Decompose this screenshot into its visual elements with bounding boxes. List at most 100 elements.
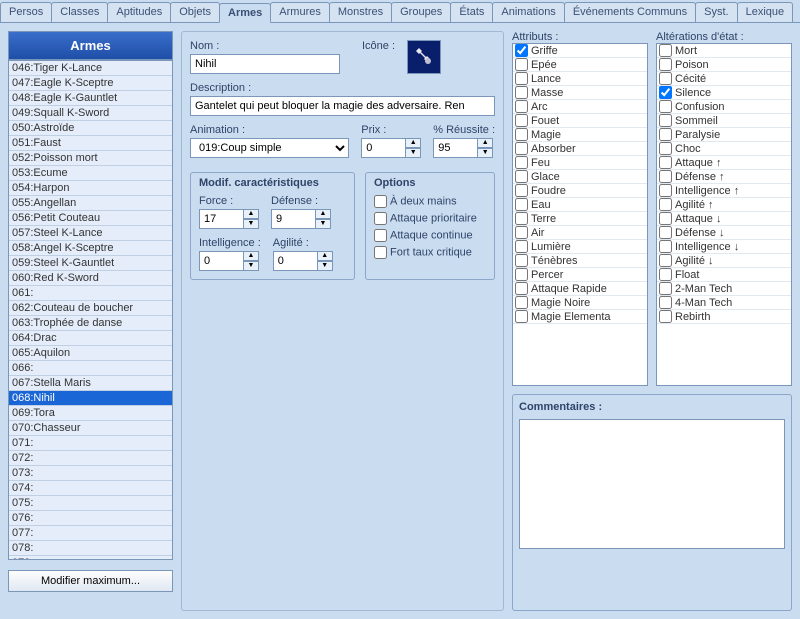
list-item[interactable]: Fouet xyxy=(513,114,647,128)
list-item[interactable]: Terre xyxy=(513,212,647,226)
weapon-item[interactable]: 062:Couteau de boucher xyxy=(9,301,172,316)
tab-syst.[interactable]: Syst. xyxy=(695,2,737,22)
list-item[interactable]: Griffe xyxy=(513,44,647,58)
weapon-item[interactable]: 060:Red K-Sword xyxy=(9,271,172,286)
weapon-item[interactable]: 066: xyxy=(9,361,172,376)
list-item[interactable]: Cécité xyxy=(657,72,791,86)
weapon-item[interactable]: 068:Nihil xyxy=(9,391,172,406)
spin-down[interactable]: ▼ xyxy=(243,261,259,271)
list-item[interactable]: Magie xyxy=(513,128,647,142)
spin-down[interactable]: ▼ xyxy=(317,261,333,271)
list-item[interactable]: Paralysie xyxy=(657,128,791,142)
modify-max-button[interactable]: Modifier maximum... xyxy=(8,570,173,592)
list-item[interactable]: Masse xyxy=(513,86,647,100)
spin-down[interactable]: ▼ xyxy=(315,219,331,229)
weapon-item[interactable]: 051:Faust xyxy=(9,136,172,151)
list-item[interactable]: Percer xyxy=(513,268,647,282)
tab-objets[interactable]: Objets xyxy=(170,2,220,22)
description-input[interactable] xyxy=(190,96,495,116)
reussite-input[interactable] xyxy=(433,138,477,158)
intelligence-input[interactable] xyxy=(199,251,243,271)
list-item[interactable]: 4-Man Tech xyxy=(657,296,791,310)
weapon-item[interactable]: 054:Harpon xyxy=(9,181,172,196)
opt-crit[interactable]: Fort taux critique xyxy=(374,246,486,259)
list-item[interactable]: Mort xyxy=(657,44,791,58)
spin-down[interactable]: ▼ xyxy=(477,148,493,158)
list-item[interactable]: Lance xyxy=(513,72,647,86)
list-item[interactable]: Rebirth xyxy=(657,310,791,324)
list-item[interactable]: Arc xyxy=(513,100,647,114)
weapon-list[interactable]: 046:Tiger K-Lance047:Eagle K-Sceptre048:… xyxy=(8,60,173,560)
weapon-item[interactable]: 047:Eagle K-Sceptre xyxy=(9,76,172,91)
prix-input[interactable] xyxy=(361,138,405,158)
list-item[interactable]: Feu xyxy=(513,156,647,170)
list-item[interactable]: Float xyxy=(657,268,791,282)
weapon-item[interactable]: 050:Astroïde xyxy=(9,121,172,136)
tab-états[interactable]: États xyxy=(450,2,493,22)
alterations-list[interactable]: MortPoisonCécitéSilenceConfusionSommeilP… xyxy=(656,43,792,386)
weapon-item[interactable]: 046:Tiger K-Lance xyxy=(9,61,172,76)
list-item[interactable]: Défense ↑ xyxy=(657,170,791,184)
weapon-item[interactable]: 048:Eagle K-Gauntlet xyxy=(9,91,172,106)
tab-classes[interactable]: Classes xyxy=(51,2,108,22)
weapon-item[interactable]: 064:Drac xyxy=(9,331,172,346)
agilite-input[interactable] xyxy=(273,251,317,271)
spin-up[interactable]: ▲ xyxy=(405,138,421,148)
comments-textarea[interactable] xyxy=(519,419,785,549)
opt-atq-prio[interactable]: Attaque prioritaire xyxy=(374,212,486,225)
list-item[interactable]: Air xyxy=(513,226,647,240)
spin-up[interactable]: ▲ xyxy=(317,251,333,261)
animation-select[interactable]: 019:Coup simple xyxy=(190,138,349,158)
opt-atq-cont[interactable]: Attaque continue xyxy=(374,229,486,242)
list-item[interactable]: Défense ↓ xyxy=(657,226,791,240)
attributs-list[interactable]: GriffeEpéeLanceMasseArcFouetMagieAbsorbe… xyxy=(512,43,648,386)
force-input[interactable] xyxy=(199,209,243,229)
weapon-item[interactable]: 077: xyxy=(9,526,172,541)
defense-input[interactable] xyxy=(271,209,315,229)
opt-deux-mains[interactable]: À deux mains xyxy=(374,195,486,208)
list-item[interactable]: Magie Elementa xyxy=(513,310,647,324)
list-item[interactable]: Agilité ↓ xyxy=(657,254,791,268)
weapon-item[interactable]: 057:Steel K-Lance xyxy=(9,226,172,241)
tab-persos[interactable]: Persos xyxy=(0,2,52,22)
weapon-item[interactable]: 055:Angellan xyxy=(9,196,172,211)
spin-up[interactable]: ▲ xyxy=(243,209,259,219)
weapon-item[interactable]: 070:Chasseur xyxy=(9,421,172,436)
list-item[interactable]: Intelligence ↓ xyxy=(657,240,791,254)
list-item[interactable]: Intelligence ↑ xyxy=(657,184,791,198)
tab-animations[interactable]: Animations xyxy=(492,2,564,22)
list-item[interactable]: Attaque Rapide xyxy=(513,282,647,296)
spin-down[interactable]: ▼ xyxy=(243,219,259,229)
tab-lexique[interactable]: Lexique xyxy=(737,2,794,22)
list-item[interactable]: Confusion xyxy=(657,100,791,114)
list-item[interactable]: Poison xyxy=(657,58,791,72)
weapon-item[interactable]: 049:Squall K-Sword xyxy=(9,106,172,121)
weapon-item[interactable]: 052:Poisson mort xyxy=(9,151,172,166)
nom-input[interactable] xyxy=(190,54,340,74)
weapon-item[interactable]: 053:Ecume xyxy=(9,166,172,181)
tab-monstres[interactable]: Monstres xyxy=(329,2,392,22)
weapon-item[interactable]: 076: xyxy=(9,511,172,526)
weapon-item[interactable]: 074: xyxy=(9,481,172,496)
list-item[interactable]: Agilité ↑ xyxy=(657,198,791,212)
weapon-icon[interactable] xyxy=(407,40,441,74)
tab-groupes[interactable]: Groupes xyxy=(391,2,451,22)
tab-armes[interactable]: Armes xyxy=(219,3,271,23)
weapon-item[interactable]: 063:Trophée de danse xyxy=(9,316,172,331)
spin-up[interactable]: ▲ xyxy=(477,138,493,148)
spin-down[interactable]: ▼ xyxy=(405,148,421,158)
weapon-item[interactable]: 071: xyxy=(9,436,172,451)
weapon-item[interactable]: 056:Petit Couteau xyxy=(9,211,172,226)
weapon-item[interactable]: 075: xyxy=(9,496,172,511)
list-item[interactable]: Sommeil xyxy=(657,114,791,128)
list-item[interactable]: Attaque ↓ xyxy=(657,212,791,226)
weapon-item[interactable]: 072: xyxy=(9,451,172,466)
spin-up[interactable]: ▲ xyxy=(243,251,259,261)
list-item[interactable]: Glace xyxy=(513,170,647,184)
weapon-item[interactable]: 073: xyxy=(9,466,172,481)
list-item[interactable]: Epée xyxy=(513,58,647,72)
weapon-item[interactable]: 079: xyxy=(9,556,172,560)
list-item[interactable]: Foudre xyxy=(513,184,647,198)
list-item[interactable]: Silence xyxy=(657,86,791,100)
weapon-item[interactable]: 067:Stella Maris xyxy=(9,376,172,391)
